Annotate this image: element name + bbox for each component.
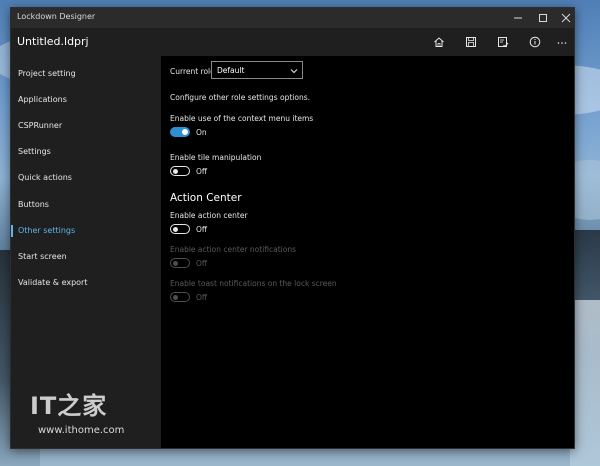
window-title: Lockdown Designer [17, 12, 96, 21]
sidebar-item-label: Applications [18, 95, 67, 104]
chevron-down-icon [290, 69, 298, 74]
action-center-notifications-label: Enable action center notifications [170, 245, 296, 254]
sidebar-item-label: Quick actions [18, 173, 72, 182]
more-icon [557, 42, 567, 44]
toggle-knob [182, 129, 188, 135]
sidebar-item-quick-actions[interactable]: Quick actions [11, 168, 161, 188]
app-window: Lockdown Designer Untitled.ldprj Project… [10, 7, 575, 449]
settings-panel: Current role: Default Configure other ro… [161, 56, 574, 448]
sidebar-item-label: Buttons [18, 200, 49, 209]
toast-notifications-label: Enable toast notifications on the lock s… [170, 279, 337, 288]
project-filename: Untitled.ldprj [17, 35, 89, 48]
toast-notifications-toggle [170, 292, 190, 302]
action-center-heading: Action Center [170, 192, 242, 204]
sidebar-item-label: Settings [18, 147, 51, 156]
info-icon [529, 36, 541, 48]
toggle-knob [173, 226, 178, 232]
more-button[interactable] [552, 32, 572, 52]
action-center-notifications-toggle [170, 258, 190, 268]
minimize-icon [514, 17, 522, 19]
ithome-logo: IT之家 [30, 392, 108, 420]
sidebar-item-label: CSPRunner [18, 121, 63, 130]
sidebar-item-start-screen[interactable]: Start screen [11, 247, 161, 267]
maximize-icon [539, 14, 547, 22]
sidebar-item-other-settings[interactable]: Other settings [11, 221, 161, 241]
check-list-icon [498, 37, 509, 48]
sidebar-item-label: Other settings [18, 226, 76, 235]
app-header: Untitled.ldprj [11, 28, 574, 56]
sidebar-item-applications[interactable]: Applications [11, 90, 161, 110]
action-center-label: Enable action center [170, 211, 248, 220]
active-indicator [11, 225, 13, 237]
save-button[interactable] [461, 32, 481, 52]
action-center-state: Off [196, 225, 208, 234]
sidebar-item-settings[interactable]: Settings [11, 142, 161, 162]
description-text: Configure other role settings options. [170, 93, 310, 102]
tile-manipulation-toggle[interactable] [170, 166, 190, 176]
home-icon [434, 37, 444, 47]
role-select[interactable]: Default [211, 61, 303, 79]
sidebar-item-validate-export[interactable]: Validate & export [11, 273, 161, 293]
toggle-knob [173, 168, 178, 174]
save-icon [466, 37, 476, 47]
sidebar-item-project-setting[interactable]: Project setting [11, 64, 161, 84]
close-icon [561, 13, 571, 23]
validate-button[interactable] [493, 32, 513, 52]
watermark-url: www.ithome.com [38, 425, 125, 436]
tile-manipulation-state: Off [196, 167, 208, 176]
close-button[interactable] [552, 8, 580, 28]
about-button[interactable] [525, 32, 545, 52]
sidebar-item-label: Validate & export [18, 278, 88, 287]
role-select-value: Default [217, 66, 245, 75]
minimize-button[interactable] [504, 8, 532, 28]
context-menu-toggle[interactable] [170, 127, 190, 137]
toggle-knob [173, 260, 178, 266]
sidebar-item-cspruner[interactable]: CSPRunner [11, 116, 161, 136]
title-bar[interactable]: Lockdown Designer [11, 8, 574, 28]
home-button[interactable] [429, 32, 449, 52]
context-menu-label: Enable use of the context menu items [170, 114, 314, 123]
action-center-toggle[interactable] [170, 224, 190, 234]
sidebar-item-label: Project setting [18, 69, 76, 78]
sidebar-item-label: Start screen [18, 252, 67, 261]
tile-manipulation-label: Enable tile manipulation [170, 153, 262, 162]
toast-notifications-state: Off [196, 293, 208, 302]
context-menu-state: On [196, 128, 207, 137]
toggle-knob [173, 294, 178, 300]
action-center-notifications-state: Off [196, 259, 208, 268]
sidebar-item-buttons[interactable]: Buttons [11, 195, 161, 215]
